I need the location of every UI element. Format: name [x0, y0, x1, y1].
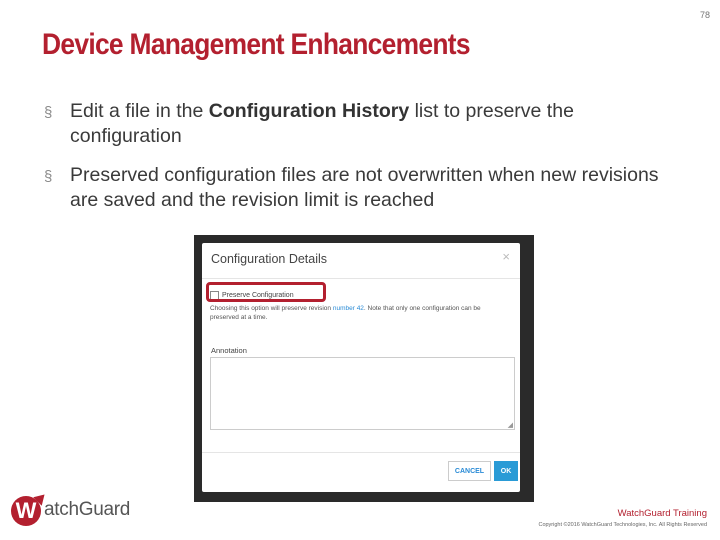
annotation-textarea[interactable]: ◢: [210, 357, 515, 430]
bullet-text-before: Edit a file in the: [70, 100, 209, 122]
training-label: WatchGuard Training: [617, 508, 707, 519]
cancel-button[interactable]: CANCEL: [448, 461, 491, 481]
dialog-header: Configuration Details ×: [202, 243, 520, 279]
bullet-item: § Preserved configuration files are not …: [44, 163, 684, 213]
note-text: Choosing this option will preserve revis…: [210, 305, 333, 312]
slide-title: Device Management Enhancements: [42, 28, 471, 61]
dialog-footer: [202, 452, 520, 453]
bullet-list: § Edit a file in the Configuration Histo…: [44, 99, 684, 227]
bullet-text-bold: Configuration History: [208, 100, 410, 122]
resize-handle-icon[interactable]: ◢: [508, 421, 513, 429]
ok-button[interactable]: OK: [494, 461, 518, 481]
configuration-details-dialog: Configuration Details × Preserve Configu…: [202, 243, 520, 492]
close-icon[interactable]: ×: [502, 249, 510, 264]
annotation-label: Annotation: [211, 346, 247, 355]
preserve-note: Choosing this option will preserve revis…: [210, 304, 510, 322]
revision-link: number 42: [332, 305, 364, 312]
bullet-item: § Edit a file in the Configuration Histo…: [44, 99, 684, 149]
dialog-title: Configuration Details: [211, 252, 328, 266]
copyright-text: Copyright ©2016 WatchGuard Technologies,…: [538, 522, 707, 528]
logo-text: atchGuard: [44, 499, 131, 520]
dialog-screenshot: Configuration Details × Preserve Configu…: [194, 235, 534, 502]
bullet-marker: §: [44, 168, 53, 185]
page-number: 78: [699, 10, 710, 20]
highlight-box: [206, 282, 326, 302]
bullet-marker: §: [44, 104, 53, 121]
bullet-text-before: Preserved configuration files are not ov…: [70, 164, 659, 211]
